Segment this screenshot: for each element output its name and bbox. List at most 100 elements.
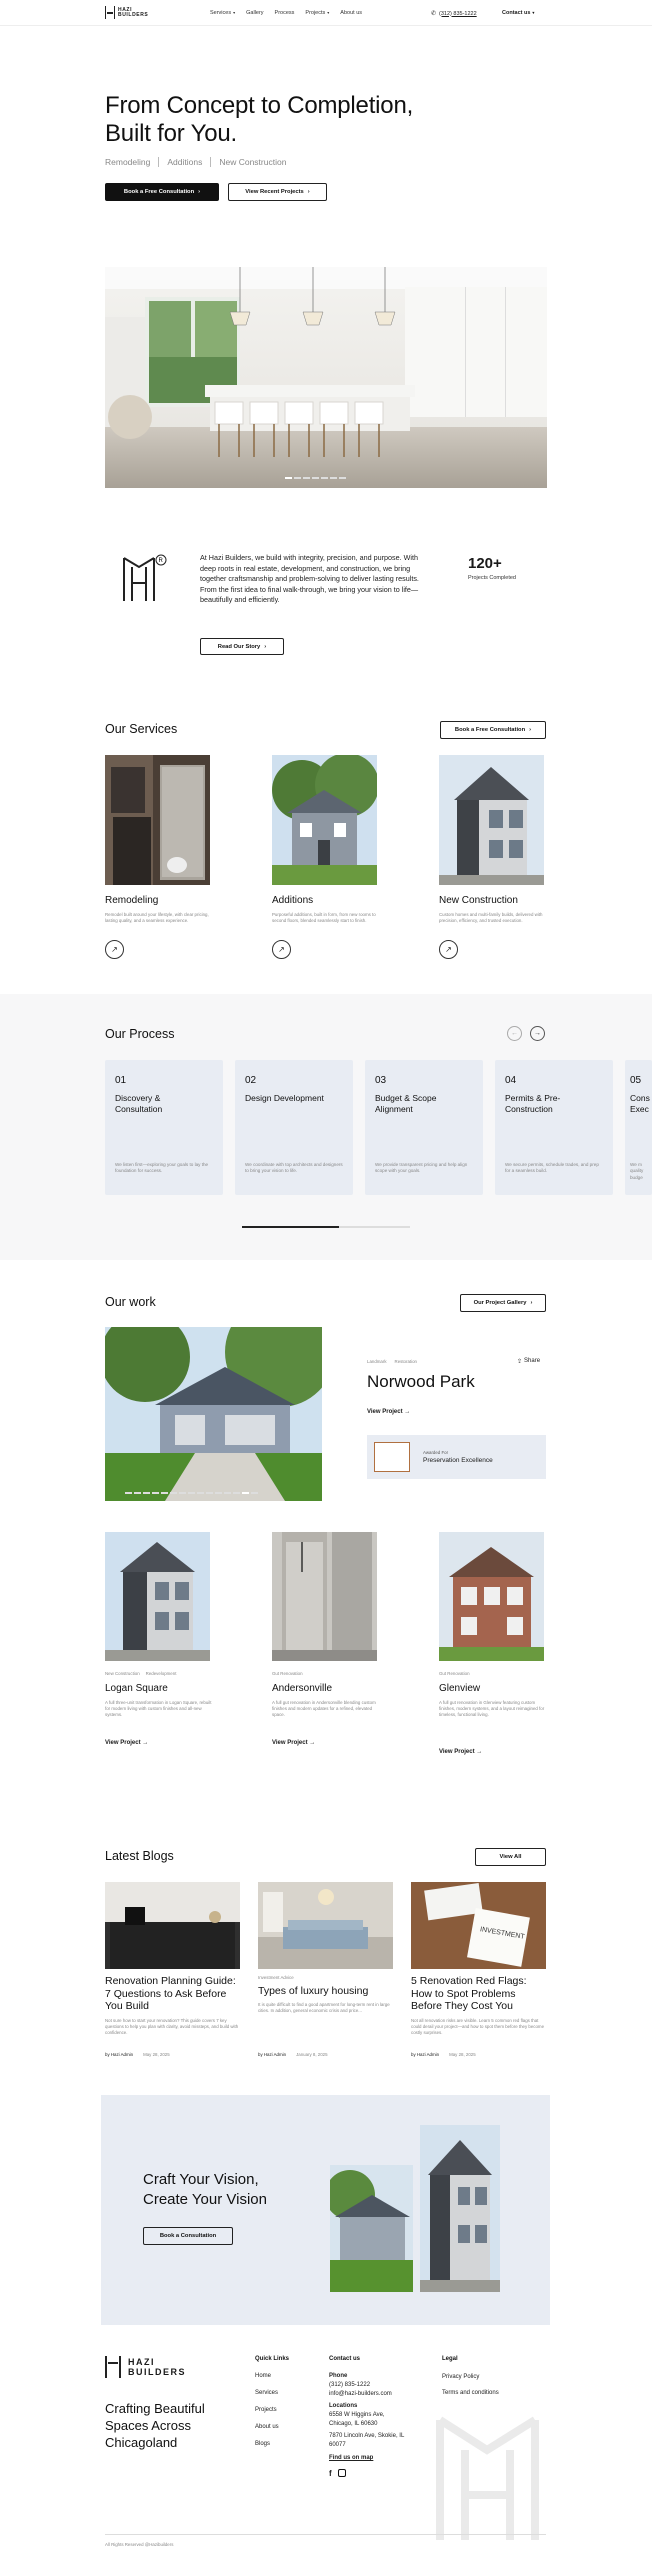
footer-link-projects[interactable]: Projects xyxy=(255,2406,279,2415)
service-image-remodeling xyxy=(105,755,210,885)
nav-gallery[interactable]: Gallery xyxy=(246,10,263,16)
hero-kitchen-image xyxy=(105,267,547,488)
privacy-policy-link[interactable]: Privacy Policy xyxy=(442,2373,499,2382)
blog-meta: by Hazi Admin May 28, 2025 xyxy=(105,2052,170,2057)
service-desc: Remodel built around your lifestyle, wit… xyxy=(105,912,209,924)
arrow-up-right-icon: ↗ xyxy=(445,945,452,954)
process-step-card: 01 Discovery & Consultation We listen fi… xyxy=(105,1060,223,1195)
footer-contact: Phone (312) 835-1222 info@hazi-builders.… xyxy=(329,2372,409,2478)
contact-menu[interactable]: Contact us ▾ xyxy=(502,10,534,16)
service-arrow-button[interactable]: ↗ xyxy=(272,940,291,959)
work-card-title: Andersonville xyxy=(272,1683,333,1694)
cta-book-button[interactable]: Book a Consultation xyxy=(143,2227,233,2245)
quick-links: Home Services Projects About us Blogs xyxy=(255,2372,279,2449)
hero-title: From Concept to Completion, Built for Yo… xyxy=(105,92,414,147)
stat-value: 120+ xyxy=(468,555,502,572)
nav-about[interactable]: About us xyxy=(340,10,362,16)
work-image-glenview xyxy=(439,1532,544,1661)
cta-image-1 xyxy=(330,2165,413,2292)
view-all-blogs-button[interactable]: View All xyxy=(475,1848,546,1866)
award-certificate-icon xyxy=(374,1442,410,1472)
work-view-project-link[interactable]: View Project → xyxy=(439,1749,482,1755)
arrow-left-icon: ← xyxy=(511,1030,518,1037)
blog-title: 5 Renovation Red Flags: How to Spot Prob… xyxy=(411,1975,527,2012)
service-desc: Custom homes and multi-family builds, de… xyxy=(439,912,543,924)
work-image-logan-square xyxy=(105,1532,210,1661)
nav-services[interactable]: Services ▾ xyxy=(210,10,235,16)
work-tags: Gut Renovation xyxy=(439,1671,470,1676)
work-tags: New Construction Redevelopment xyxy=(105,1671,177,1676)
work-tags: Gut Renovation xyxy=(272,1671,303,1676)
about-logo-mark: R xyxy=(118,553,168,603)
arrow-right-icon: → xyxy=(142,1740,149,1746)
process-title: Our Process xyxy=(105,1027,175,1041)
footer-logo[interactable]: HAZI BUILDERS xyxy=(105,2356,186,2378)
process-step-card: 04 Permits & Pre-Construction We secure … xyxy=(495,1060,613,1195)
service-arrow-button[interactable]: ↗ xyxy=(439,940,458,959)
phone-icon: ✆ xyxy=(431,11,437,17)
blog-tag: Investment Advice xyxy=(258,1975,294,1980)
service-image-new-construction xyxy=(439,755,544,885)
process-step-card: 03 Budget & Scope Alignment We provide t… xyxy=(365,1060,483,1195)
instagram-icon[interactable] xyxy=(337,2469,346,2477)
featured-project-title: Norwood Park xyxy=(367,1372,475,1391)
process-next-button[interactable]: → xyxy=(530,1026,545,1041)
footer-link-about[interactable]: About us xyxy=(255,2423,279,2432)
blog-image: INVESTMENT xyxy=(411,1882,546,1969)
header-phone[interactable]: ✆ (312) 835-1222 xyxy=(431,10,477,18)
social-links: f xyxy=(329,2469,409,2478)
svg-text:R: R xyxy=(159,558,164,564)
service-desc: Purposeful additions, built in form, fro… xyxy=(272,912,376,924)
footer-link-services[interactable]: Services xyxy=(255,2389,279,2398)
footer-watermark-logo xyxy=(430,2410,550,2540)
footer-phone[interactable]: (312) 835-1222 xyxy=(329,2381,409,2390)
quick-links-title: Quick Links xyxy=(255,2356,290,2362)
legal-links: Privacy Policy Terms and conditions xyxy=(442,2373,499,2398)
blog-title: Types of luxury housing xyxy=(258,1985,369,1997)
work-card-desc: A full gut renovation in Andersonville b… xyxy=(272,1700,376,1718)
work-view-project-link[interactable]: View Project → xyxy=(272,1740,315,1746)
chevron-down-icon: ▾ xyxy=(233,10,236,15)
footer-location-2: 7870 Lincoln Ave, Skokie, IL 60077 xyxy=(329,2433,405,2448)
process-scrollbar[interactable] xyxy=(242,1226,410,1228)
blog-meta: by Hazi Admin January 8, 2025 xyxy=(258,2052,328,2057)
footer-email[interactable]: info@hazi-builders.com xyxy=(329,2390,409,2399)
service-title: Additions xyxy=(272,895,314,906)
process-prev-button[interactable]: ← xyxy=(507,1026,522,1041)
work-card-title: Glenview xyxy=(439,1683,481,1694)
service-arrow-button[interactable]: ↗ xyxy=(105,940,124,959)
footer-link-blogs[interactable]: Blogs xyxy=(255,2440,279,2449)
services-consultation-button[interactable]: Book a Free Consultation › xyxy=(440,721,546,739)
arrow-up-right-icon: ↗ xyxy=(111,945,118,954)
terms-link[interactable]: Terms and conditions xyxy=(442,2389,499,2398)
chevron-down-icon: ▾ xyxy=(327,10,330,15)
blog-desc: Not all renovation risks are visible. Le… xyxy=(411,2018,545,2036)
footer-link-home[interactable]: Home xyxy=(255,2372,279,2381)
share-button[interactable]: ⇪ Share xyxy=(517,1358,540,1365)
blog-image xyxy=(105,1882,240,1969)
project-gallery-button[interactable]: Our Project Gallery › xyxy=(460,1294,546,1312)
services-title: Our Services xyxy=(105,722,178,736)
featured-view-project-link[interactable]: View Project → xyxy=(367,1409,410,1415)
nav-projects[interactable]: Projects ▾ xyxy=(305,10,329,16)
nav-process[interactable]: Process xyxy=(275,10,295,16)
brand-logo[interactable]: HAZI BUILDERS xyxy=(105,6,148,19)
read-story-button[interactable]: Read Our Story › xyxy=(200,638,284,655)
featured-carousel-dots[interactable] xyxy=(125,1492,258,1494)
featured-tags: Landmark Restoration xyxy=(367,1359,417,1364)
facebook-icon[interactable]: f xyxy=(329,2469,332,2478)
footer-divider xyxy=(105,2534,546,2535)
find-on-map-link[interactable]: Find us on map xyxy=(329,2454,409,2463)
process-scroll-thumb[interactable] xyxy=(242,1226,339,1228)
featured-project-image xyxy=(105,1327,322,1501)
book-consultation-button[interactable]: Book a Free Consultation › xyxy=(105,183,219,201)
view-projects-button[interactable]: View Recent Projects › xyxy=(228,183,327,201)
carousel-dots[interactable] xyxy=(285,477,346,479)
work-title: Our work xyxy=(105,1295,156,1309)
service-title: New Construction xyxy=(439,895,518,906)
arrow-right-icon: › xyxy=(530,1300,533,1306)
blog-meta: by Hazi Admin May 28, 2025 xyxy=(411,2052,476,2057)
blog-title: Renovation Planning Guide: 7 Questions t… xyxy=(105,1975,236,2012)
work-card-desc: A full gut renovation in Glenview featur… xyxy=(439,1700,545,1718)
work-view-project-link[interactable]: View Project → xyxy=(105,1740,148,1746)
